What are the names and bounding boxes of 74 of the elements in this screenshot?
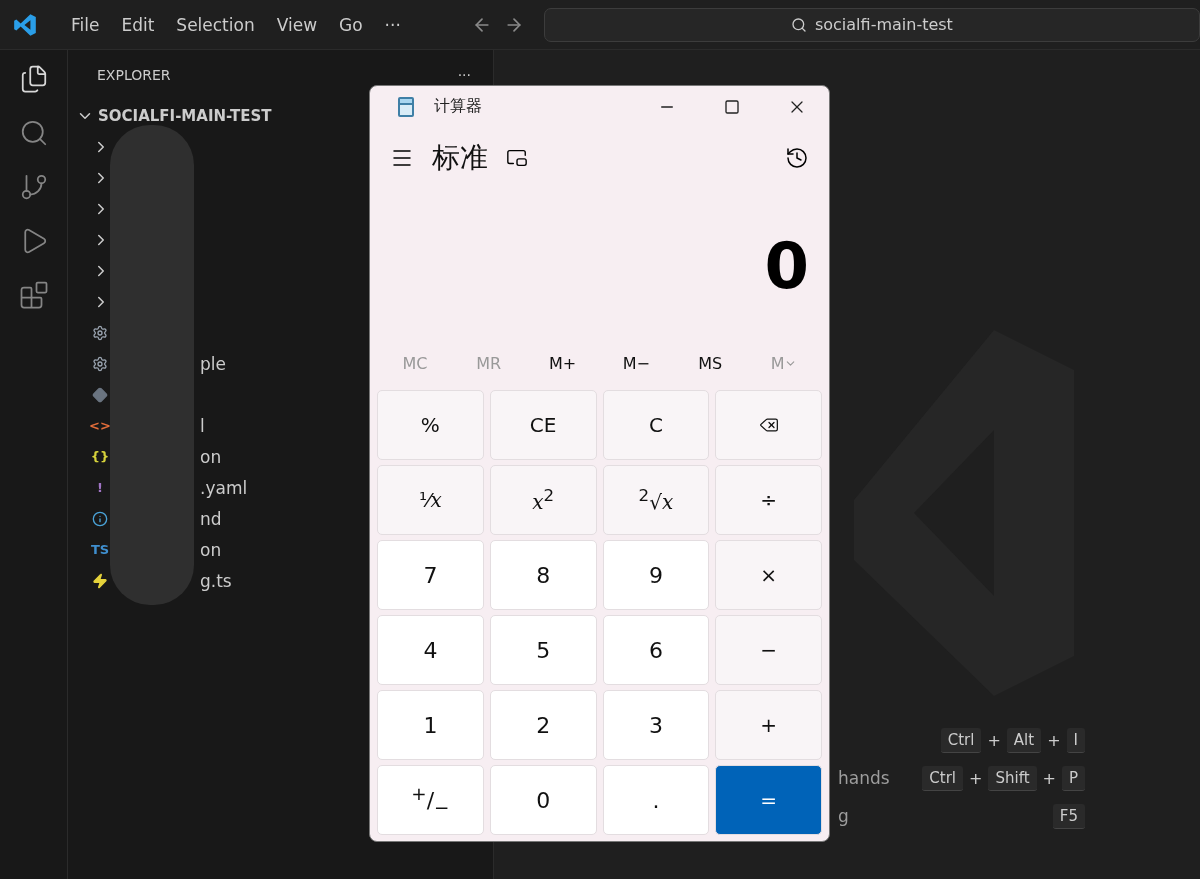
file-name[interactable]: on: [200, 539, 222, 560]
json-file-icon: {}: [92, 449, 108, 464]
maximize-icon[interactable]: [723, 98, 740, 115]
plus-sign: +: [1047, 730, 1061, 750]
calculator-key[interactable]: $^{2}$√x: [602, 465, 710, 535]
shortcut-label: g: [838, 806, 849, 826]
keyboard-key: F5: [1052, 803, 1085, 829]
app-logo-icon: [12, 11, 38, 38]
calculator-key[interactable]: 8: [489, 540, 597, 610]
menu-item[interactable]: ···: [373, 10, 412, 39]
memory-button[interactable]: M+: [525, 352, 600, 374]
calculator-key[interactable]: ÷: [715, 465, 822, 535]
calculator-key[interactable]: %: [377, 390, 484, 460]
result-display: 0: [763, 227, 810, 305]
file-name[interactable]: g.ts: [200, 570, 232, 591]
yaml-file-icon: !: [92, 480, 108, 495]
mode-title: 标准: [432, 139, 488, 176]
file-name[interactable]: nd: [200, 508, 222, 529]
project-folder[interactable]: SOCIALFI-MAIN-TEST: [98, 106, 272, 125]
calculator-key[interactable]: −: [715, 615, 822, 685]
equals-button[interactable]: =: [715, 765, 822, 835]
keyboard-key: Ctrl: [922, 765, 964, 791]
calculator-key[interactable]: x$^{2}$: [489, 465, 597, 535]
file-name[interactable]: l: [200, 415, 205, 436]
calculator-key[interactable]: C: [602, 390, 710, 460]
html-file-icon: <>: [92, 418, 108, 433]
window-title: 计算器: [434, 96, 483, 118]
menu-item[interactable]: Go: [328, 10, 374, 39]
calculator-icon: [398, 96, 414, 117]
info-icon: [92, 510, 108, 527]
calculator-key[interactable]: 6: [602, 615, 710, 685]
keyboard-key: I: [1066, 727, 1085, 753]
gear-icon: [92, 355, 108, 372]
keyboard-key: Ctrl: [940, 727, 982, 753]
calculator-key[interactable]: $^{+}$/$_{−}$: [377, 765, 484, 835]
shortcut-label: hands: [838, 768, 890, 788]
keyboard-key: Shift: [988, 765, 1037, 791]
file-name[interactable]: ple: [200, 353, 226, 374]
calculator-key[interactable]: 5: [489, 615, 597, 685]
menu-item[interactable]: View: [265, 10, 329, 39]
calculator-key[interactable]: 1: [377, 690, 484, 760]
file-name[interactable]: .yaml: [200, 477, 248, 498]
plus-sign: +: [987, 730, 1001, 750]
search-field[interactable]: socialfi-main-test: [543, 7, 1200, 42]
explorer-title: EXPLORER: [97, 67, 171, 83]
menu-item[interactable]: Edit: [110, 10, 166, 39]
calculator-key[interactable]: 0: [489, 765, 597, 835]
calculator-key[interactable]: 3: [602, 690, 710, 760]
memory-button[interactable]: M−: [599, 352, 674, 374]
extensions-icon[interactable]: [18, 280, 49, 310]
calculator-key[interactable]: +: [715, 690, 822, 760]
calculator-key[interactable]: .: [602, 765, 710, 835]
calculator-key[interactable]: ¹⁄x: [377, 465, 484, 535]
keyboard-key: Alt: [1006, 727, 1042, 753]
gear-icon: [92, 324, 108, 341]
file-name[interactable]: on: [200, 446, 222, 467]
keyboard-key: P: [1061, 765, 1085, 791]
diamond-icon: [92, 386, 108, 403]
menu-item[interactable]: Selection: [165, 10, 266, 39]
calculator-key[interactable]: 9: [602, 540, 710, 610]
lightning-icon: [92, 572, 108, 589]
search-icon: [790, 16, 807, 33]
ts-file-icon: TS: [92, 542, 108, 557]
plus-sign: +: [1042, 768, 1056, 788]
calculator-key[interactable]: 4: [377, 615, 484, 685]
more-actions-button[interactable]: ···: [457, 67, 471, 83]
menu-item[interactable]: File: [59, 10, 111, 39]
history-icon[interactable]: [785, 145, 809, 170]
plus-sign: +: [969, 768, 983, 788]
calculator-key[interactable]: CE: [489, 390, 597, 460]
memory-button[interactable]: MS: [673, 352, 748, 374]
calculator-key[interactable]: 7: [377, 540, 484, 610]
calculator-key[interactable]: 2: [489, 690, 597, 760]
calculator-key[interactable]: ×: [715, 540, 822, 610]
